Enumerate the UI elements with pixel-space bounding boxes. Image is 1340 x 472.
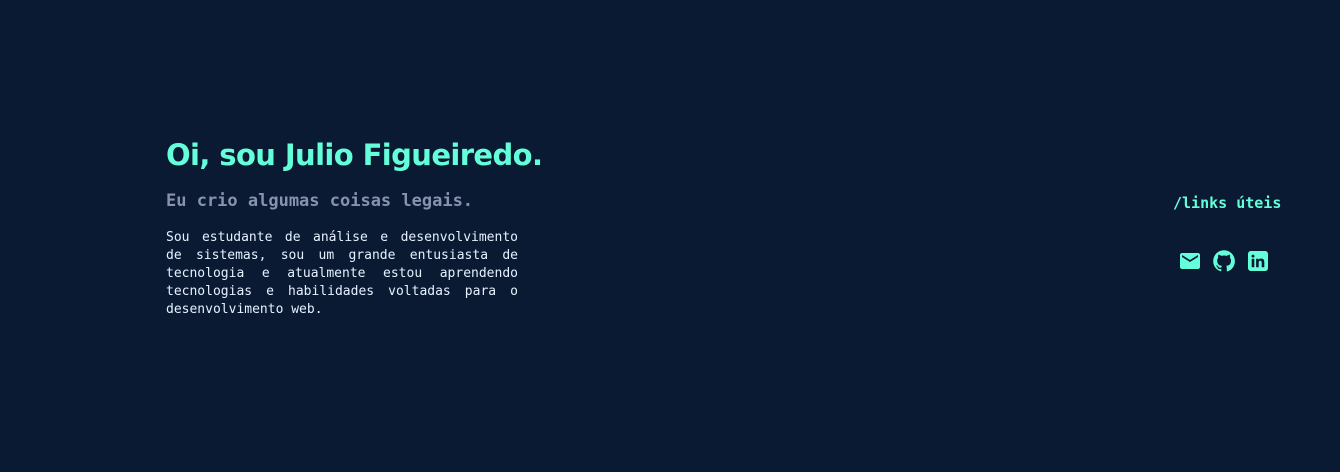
github-link[interactable] — [1212, 249, 1236, 273]
mail-icon — [1180, 253, 1200, 269]
github-icon — [1213, 250, 1235, 272]
title-wrapper: Oi, sou Julio Figueiredo. — [166, 136, 543, 174]
mail-link[interactable] — [1178, 249, 1202, 273]
page-title: Oi, sou Julio Figueiredo. — [166, 138, 543, 172]
links-title: /links úteis — [1173, 194, 1282, 212]
page-subtitle: Eu crio algumas coisas legais. — [166, 191, 474, 211]
linkedin-icon — [1248, 251, 1268, 271]
social-links — [1178, 249, 1270, 273]
linkedin-link[interactable] — [1246, 249, 1270, 273]
about-text: Sou estudante de análise e desenvolvimen… — [166, 230, 518, 317]
intro-section: Oi, sou Julio Figueiredo. Eu crio alguma… — [166, 136, 543, 319]
